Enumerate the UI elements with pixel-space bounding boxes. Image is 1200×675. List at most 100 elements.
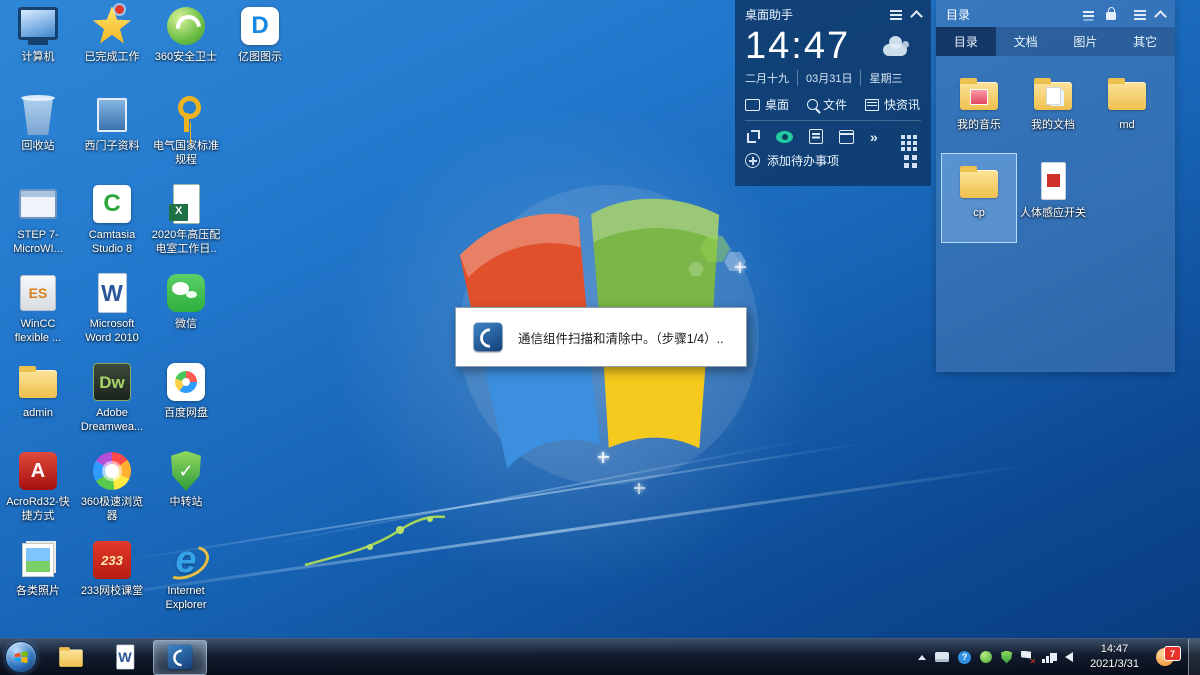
directory-item[interactable]: cp (941, 153, 1017, 243)
desktop-icon[interactable]: Dw Adobe Dreamwea... (76, 360, 148, 449)
security-tray-icon[interactable] (1001, 650, 1013, 664)
desktop-icon-label: Adobe Dreamwea... (80, 407, 144, 434)
desktop-icon-label: WinCC flexible ... (14, 318, 62, 345)
desktop-icon[interactable]: 360极速浏览器 (76, 449, 148, 538)
desktop-assistant-panel: 桌面助手 14:47 二月十九 03月31日 星期三 桌面 文件 快资讯 » 添… (735, 0, 931, 186)
start-button[interactable] (5, 641, 37, 673)
desktop-icon[interactable]: STEP 7-MicroWI... (2, 182, 74, 271)
scan-progress-message: 通信组件扫描和清除中。（步骤1/4）.. (518, 331, 724, 346)
hidden-icons-button[interactable] (918, 654, 927, 660)
assistant-collapse-icon[interactable] (910, 9, 923, 23)
help-icon[interactable]: ? (958, 650, 972, 664)
more-tools-icon[interactable]: » (870, 130, 878, 144)
note-icon[interactable] (809, 129, 823, 144)
todo-grid-icon[interactable] (904, 155, 909, 160)
word-icon: W (90, 271, 134, 315)
assistant-tabs: 桌面 文件 快资讯 (745, 92, 921, 121)
scan-progress-dialog: 通信组件扫描和清除中。（步骤1/4）.. (455, 307, 747, 367)
taskbar-scanner-app-button[interactable] (153, 639, 207, 675)
desktop-icon[interactable]: 西门子资料 (76, 93, 148, 182)
baidu-pan-icon (164, 360, 208, 404)
desktop-icon[interactable]: C Camtasia Studio 8 (76, 182, 148, 271)
desktop-icon[interactable]: admin (2, 360, 74, 449)
directory-item[interactable]: md (1090, 66, 1164, 154)
key-icon (164, 93, 208, 137)
directory-item-label: md (1119, 119, 1135, 131)
desktop-icon[interactable]: 微信 (150, 271, 222, 360)
hexagon-decor (700, 236, 730, 262)
shield-icon: ✓ (164, 449, 208, 493)
directory-item[interactable]: 我的文档 (1016, 66, 1090, 154)
desktop-icon[interactable]: 360安全卫士 (150, 4, 222, 93)
desktop-icon[interactable]: W Microsoft Word 2010 (76, 271, 148, 360)
desktop-icon[interactable]: e Internet Explorer (150, 538, 222, 627)
sort-icon[interactable] (1083, 10, 1094, 13)
directory-menu-icon[interactable] (1134, 13, 1146, 16)
folder-docs-icon (1031, 72, 1075, 116)
assistant-tab[interactable]: 桌面 (745, 96, 789, 113)
directory-collapse-icon[interactable] (1154, 9, 1167, 23)
desktop-icon-label: 2020年高压配电室工作日.. (151, 229, 221, 256)
action-center-flag-icon[interactable] (1021, 651, 1036, 666)
desktop-icon[interactable]: 各类照片 (2, 538, 74, 627)
messenger-tray-icon[interactable] (980, 651, 993, 663)
desktop-icon[interactable]: X 2020年高压配电室工作日.. (150, 182, 222, 271)
desktop-icon-label: 亿图图示 (238, 51, 282, 63)
taskbar-word-button[interactable]: W (99, 641, 151, 674)
assistant-menu-icon[interactable] (890, 13, 902, 16)
lock-icon[interactable] (1106, 6, 1116, 20)
weather-icon[interactable] (881, 35, 915, 58)
taskbar-explorer-button[interactable] (45, 641, 97, 674)
weekday: 星期三 (860, 70, 910, 86)
desktop-icon[interactable]: 电气国家标准规程 (150, 93, 222, 182)
desktop-icon[interactable]: ✓ 中转站 (150, 449, 222, 538)
screenshot-icon[interactable] (747, 130, 760, 143)
directory-item-label: 我的文档 (1031, 119, 1075, 131)
input-keyboard-icon[interactable] (935, 652, 950, 662)
directory-tab[interactable]: 图片 (1056, 27, 1116, 56)
desktop-icon[interactable]: 计算机 (2, 4, 74, 93)
volume-icon[interactable] (1053, 652, 1074, 662)
assistant-tab[interactable]: 文件 (807, 96, 847, 113)
eye-protect-icon[interactable] (776, 130, 793, 143)
recycle-bin-icon (16, 93, 60, 137)
desktop-icon-label: 微信 (175, 318, 197, 330)
directory-item[interactable]: 我的音乐 (942, 66, 1016, 154)
add-todo-label[interactable]: 添加待办事项 (767, 152, 839, 169)
school233-icon: 233 (90, 538, 134, 582)
desktop: 计算机 回收站 STEP 7-MicroWI... ES WinCC flexi… (0, 0, 1200, 675)
taskbar-clock[interactable]: 14:47 2021/3/31 (1082, 642, 1147, 672)
desktop-icon-label: 西门子资料 (84, 140, 140, 152)
browser-tray-icon[interactable]: 7 (1156, 646, 1181, 666)
directory-tabs: 目录 文档 图片 其它 (936, 27, 1175, 56)
desktop-icon-label: 计算机 (21, 51, 55, 63)
desktop-icon[interactable]: ES WinCC flexible ... (2, 271, 74, 360)
desktop-icon[interactable]: D 亿图图示 (224, 4, 296, 93)
desktop-icon[interactable]: 回收站 (2, 93, 74, 182)
add-todo-icon[interactable] (745, 153, 760, 168)
desktop-icon[interactable]: 百度网盘 (150, 360, 222, 449)
desktop-icon-label: Camtasia Studio 8 (88, 229, 136, 256)
computer-icon (16, 4, 60, 48)
directory-tab[interactable]: 目录 (936, 27, 996, 56)
directory-tab[interactable]: 其它 (1115, 27, 1175, 56)
calendar-date: 03月31日 (797, 70, 860, 86)
apps-grid-icon[interactable] (901, 134, 905, 139)
calendar-icon[interactable] (839, 129, 854, 144)
desktop-icon[interactable]: 已完成工作 (76, 4, 148, 93)
vine-decor (304, 515, 446, 567)
acrobat-icon: A (16, 449, 60, 493)
star-icon (90, 4, 134, 48)
directory-item[interactable]: 人体感应开关 (1016, 154, 1090, 242)
assistant-tab-label: 快资讯 (884, 98, 921, 112)
directory-tab[interactable]: 文档 (996, 27, 1056, 56)
desktop-icon-label: 各类照片 (16, 585, 60, 597)
assistant-tab[interactable]: 快资讯 (865, 96, 920, 113)
show-desktop-button[interactable] (1188, 639, 1200, 675)
desktop-icon[interactable]: A AcroRd32-快捷方式 (2, 449, 74, 538)
scanner-app-icon (166, 643, 193, 670)
assistant-tab-label: 桌面 (765, 98, 790, 112)
desktop-icon-label: AcroRd32-快捷方式 (6, 496, 70, 523)
desktop-icon[interactable]: 233 233网校课堂 (76, 538, 148, 627)
desktop-icon-label: 中转站 (169, 496, 203, 508)
